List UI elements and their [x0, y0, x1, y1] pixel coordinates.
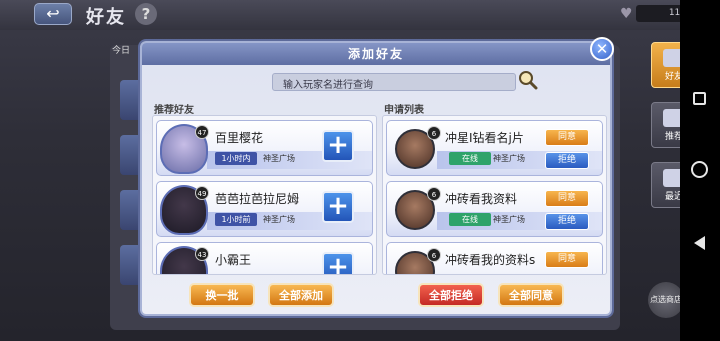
- level-badge: 6: [427, 248, 441, 262]
- add-friend-button[interactable]: +: [322, 252, 354, 274]
- request-card[interactable]: 6 冲砖看我的资料s 同意: [386, 242, 603, 274]
- background-tab-label: 今日: [112, 46, 131, 56]
- level-badge: 49: [195, 186, 209, 200]
- player-name: 芭芭拉芭拉尼姆: [215, 192, 300, 206]
- back-button[interactable]: ↩: [34, 3, 72, 25]
- player-name: 冲砖看我资料: [445, 192, 518, 206]
- search-input[interactable]: 输入玩家名进行查询: [272, 73, 516, 91]
- add-friend-button[interactable]: +: [322, 130, 354, 162]
- close-button[interactable]: ✕: [590, 37, 614, 61]
- accept-button[interactable]: 同意: [545, 190, 589, 207]
- search-placeholder: 输入玩家名进行查询: [283, 80, 373, 91]
- background-avatar: [120, 80, 142, 120]
- location-text: 神圣广场: [493, 154, 525, 163]
- level-badge: 6: [427, 126, 441, 140]
- recommend-card[interactable]: 47 百里樱花 1小时内 神圣广场 +: [156, 120, 373, 176]
- dialog-title: 添加好友: [347, 47, 404, 61]
- level-badge: 6: [427, 187, 441, 201]
- status-badge: 在线: [449, 152, 491, 165]
- game-screen: ↩ 好友 ? ♥ 115 今日 好友 推荐 最近 点选商店 添加好友 ✕ 输入玩…: [0, 0, 720, 341]
- player-name: 冲星I钻看名j片: [445, 131, 524, 145]
- add-friend-button[interactable]: +: [322, 191, 354, 223]
- recommend-header: 推荐好友: [154, 105, 194, 116]
- status-badge: 1小时内: [215, 152, 257, 165]
- status-badge: 在线: [449, 213, 491, 226]
- player-name: 冲砖看我的资料s: [445, 253, 536, 267]
- top-bar: ↩ 好友 ? ♥ 115: [0, 0, 692, 30]
- back-icon[interactable]: [694, 236, 705, 250]
- recommend-card[interactable]: 43 小霸王 +: [156, 242, 373, 274]
- request-header: 申请列表: [384, 105, 424, 116]
- request-card[interactable]: 6 冲砖看我资料 在线 神圣广场 同意 拒绝: [386, 181, 603, 237]
- home-icon[interactable]: [691, 161, 708, 178]
- reject-button[interactable]: 拒绝: [545, 213, 589, 230]
- refresh-button[interactable]: 换一批: [189, 283, 255, 307]
- recommend-card[interactable]: 49 芭芭拉芭拉尼姆 1小时前 神圣广场 +: [156, 181, 373, 237]
- background-avatar: [120, 135, 142, 175]
- level-badge: 47: [195, 125, 209, 139]
- status-badge: 1小时前: [215, 213, 257, 226]
- help-button[interactable]: ?: [135, 3, 157, 25]
- accept-button[interactable]: 同意: [545, 129, 589, 146]
- dialog-header: 添加好友: [142, 43, 610, 65]
- accept-all-button[interactable]: 全部同意: [498, 283, 564, 307]
- add-friend-dialog: 添加好友 ✕ 输入玩家名进行查询 推荐好友 申请列表 47 百里樱花 1小时内 …: [140, 37, 614, 316]
- level-badge: 43: [195, 247, 209, 261]
- recommend-list[interactable]: 47 百里樱花 1小时内 神圣广场 + 49 芭芭拉芭拉尼姆 1小时前 神圣广场…: [152, 115, 377, 275]
- location-text: 神圣广场: [493, 215, 525, 224]
- accept-button[interactable]: 同意: [545, 251, 589, 268]
- reject-all-button[interactable]: 全部拒绝: [418, 283, 484, 307]
- add-all-button[interactable]: 全部添加: [268, 283, 334, 307]
- page-title: 好友: [86, 7, 126, 28]
- request-card[interactable]: 6 冲星I钻看名j片 在线 神圣广场 同意 拒绝: [386, 120, 603, 176]
- reject-button[interactable]: 拒绝: [545, 152, 589, 169]
- location-text: 神圣广场: [263, 215, 295, 224]
- recent-apps-icon[interactable]: [693, 92, 706, 105]
- location-text: 神圣广场: [263, 154, 295, 163]
- background-avatar: [120, 245, 142, 285]
- search-icon[interactable]: [518, 70, 538, 90]
- player-name: 小霸王: [215, 253, 252, 267]
- player-name: 百里樱花: [215, 131, 264, 145]
- request-list[interactable]: 6 冲星I钻看名j片 在线 神圣广场 同意 拒绝 6 冲砖看我资料 在线 神圣广…: [382, 115, 607, 275]
- shop-badge[interactable]: 点选商店: [648, 282, 684, 318]
- background-avatar: [120, 190, 142, 230]
- heart-icon: ♥: [620, 6, 633, 22]
